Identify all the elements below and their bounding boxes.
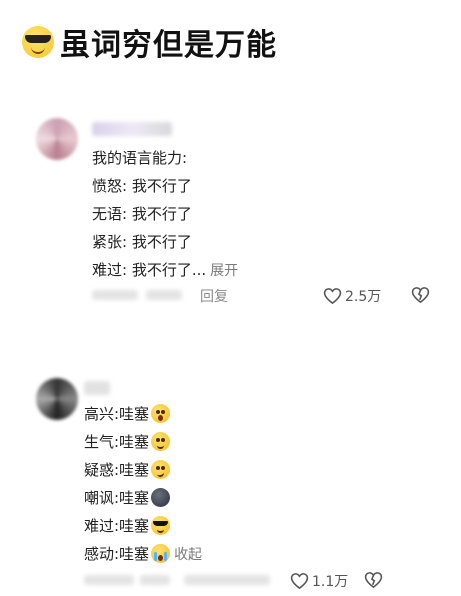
sunglasses-face-icon (151, 516, 171, 535)
crying-face-icon (151, 544, 171, 563)
comment-line: 紧张: 我不行了 (92, 233, 192, 251)
avatar[interactable] (36, 378, 78, 420)
comment-line: 嘲讽:哇塞 (84, 487, 171, 508)
surprised-face-icon (151, 404, 171, 423)
comment-line: 难过: 我不行了... 展开 (92, 260, 239, 280)
timestamp-blurred (92, 290, 138, 300)
reply-button[interactable]: 回复 (200, 286, 228, 306)
like-button[interactable]: 1.1万 (290, 571, 348, 591)
username-blurred[interactable] (84, 381, 110, 395)
broken-heart-icon (411, 287, 430, 304)
like-count: 1.1万 (312, 574, 349, 590)
comment-line: 难过:哇塞 (84, 515, 171, 536)
comment-line: 愤怒: 我不行了 (92, 177, 192, 195)
like-count: 2.5万 (345, 289, 382, 305)
comment-line: 我的语言能力: (92, 149, 188, 167)
avatar[interactable] (36, 118, 78, 160)
heart-icon (290, 573, 309, 590)
broken-heart-icon (364, 572, 383, 589)
dark-face-icon (151, 488, 171, 507)
smiling-face-icon (151, 432, 171, 451)
heart-icon (323, 288, 342, 305)
location-blurred (140, 575, 170, 585)
dislike-button[interactable] (411, 286, 430, 304)
page-title-text: 虽词穷但是万能 (60, 28, 277, 63)
sunglasses-face-icon (22, 26, 54, 58)
comment-line: 高兴:哇塞 (84, 403, 171, 424)
username-blurred[interactable] (92, 122, 172, 136)
like-button[interactable]: 2.5万 (323, 286, 381, 306)
comment-line: 生气:哇塞 (84, 431, 171, 452)
woozy-face-icon (151, 460, 171, 479)
comment-line: 疑惑:哇塞 (84, 459, 171, 480)
location-blurred (146, 290, 182, 300)
collapse-link[interactable]: 收起 (174, 544, 202, 564)
page-title: 虽词穷但是万能 (22, 20, 277, 64)
expand-link[interactable]: 展开 (210, 260, 238, 280)
comment-line: 感动:哇塞 收起 (84, 544, 203, 564)
dislike-button[interactable] (364, 571, 383, 589)
comment-line: 无语: 我不行了 (92, 205, 192, 223)
reply-blurred[interactable] (184, 575, 270, 585)
timestamp-blurred (84, 575, 134, 585)
